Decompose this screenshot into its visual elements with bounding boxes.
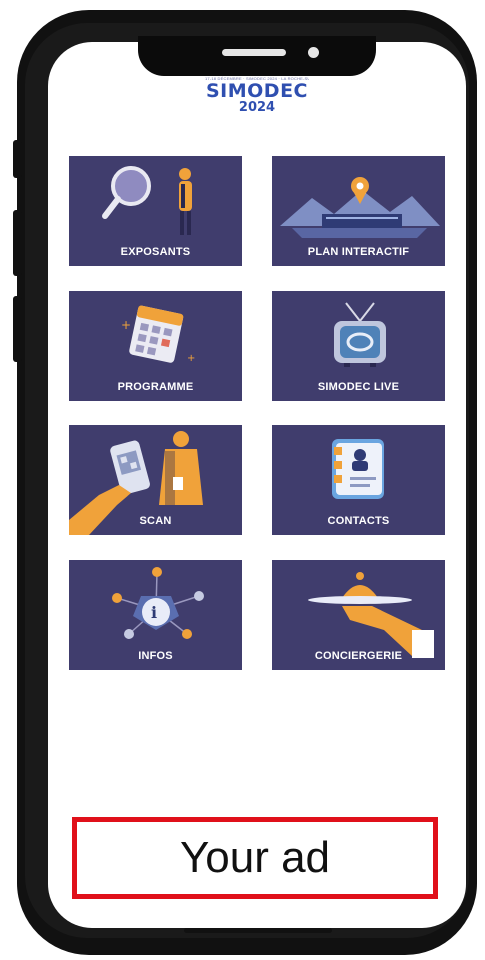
notch [138, 36, 376, 76]
svg-text:+: + [121, 318, 131, 332]
tile-label: SIMODEC LIVE [317, 381, 400, 393]
tile-conciergerie[interactable]: CONCIERGERIE [272, 560, 445, 670]
front-camera [308, 47, 319, 58]
app-logo: 17-18 DÉCEMBRE · SIMODEC 2024 · LA ROCHE… [205, 76, 309, 122]
tile-label: INFOS [138, 650, 173, 662]
tile-plan-interactif[interactable]: PLAN INTERACTIF [272, 156, 445, 266]
side-button-mute [13, 140, 22, 178]
tile-contacts[interactable]: CONTACTS [272, 425, 445, 535]
tile-label: PLAN INTERACTIF [307, 246, 410, 258]
speaker-grille [222, 49, 286, 56]
home-indicator[interactable] [184, 928, 332, 933]
svg-text:i: i [151, 603, 157, 622]
tile-programme[interactable]: + + PROGRAMME [69, 291, 242, 401]
side-button-volume-down [13, 296, 22, 362]
side-button-volume-up [13, 210, 22, 276]
tile-label: SCAN [139, 515, 172, 527]
svg-text:+: + [187, 353, 195, 364]
tile-simodec-live[interactable]: SIMODEC LIVE [272, 291, 445, 401]
tile-infos[interactable]: i INFOS [69, 560, 242, 670]
logo-year: 2024 [238, 100, 276, 115]
tile-label: PROGRAMME [117, 381, 194, 393]
tile-label: EXPOSANTS [120, 246, 191, 258]
tile-label: CONCIERGERIE [314, 650, 403, 662]
ad-text: Your ad [179, 833, 331, 882]
ad-banner[interactable]: Your ad [72, 817, 438, 899]
logo-brand: SIMODEC [205, 80, 308, 102]
tile-label: CONTACTS [327, 515, 390, 527]
tile-exposants[interactable]: EXPOSANTS [69, 156, 242, 266]
tile-scan[interactable]: SCAN [69, 425, 242, 535]
